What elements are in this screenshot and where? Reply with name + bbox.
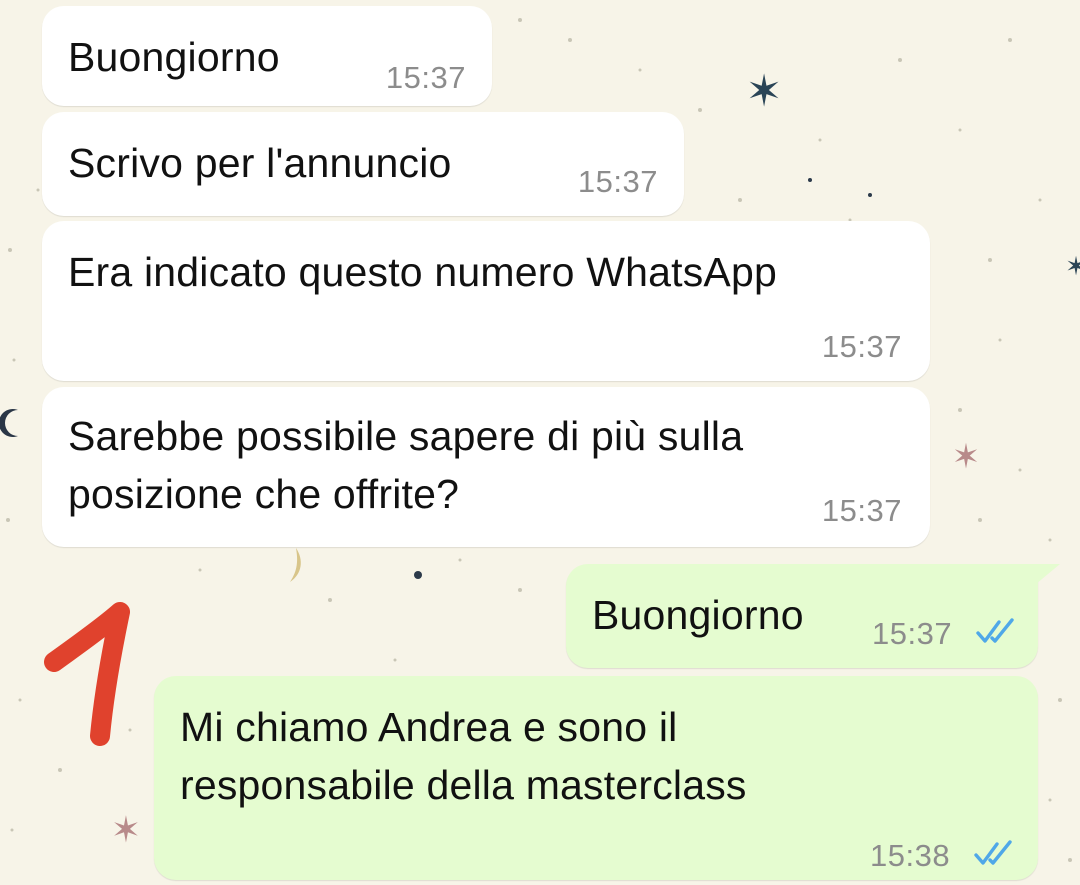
- message-timestamp: 15:37: [872, 616, 953, 651]
- message-timestamp: 15:37: [821, 329, 902, 364]
- message-timestamp: 15:37: [577, 164, 658, 199]
- message-text: Mi chiamo Andrea e sono il responsabile …: [180, 704, 747, 808]
- outgoing-message[interactable]: Mi chiamo Andrea e sono il responsabile …: [154, 676, 1038, 880]
- message-text: Era indicato questo numero WhatsApp: [68, 249, 777, 295]
- incoming-message[interactable]: Sarebbe possibile sapere di più sulla po…: [42, 387, 930, 547]
- svg-text:✶: ✶: [1065, 252, 1080, 282]
- svg-text:✶: ✶: [952, 437, 981, 477]
- message-text: Sarebbe possibile sapere di più sulla po…: [68, 413, 744, 517]
- handwritten-number-annotation: [44, 602, 130, 746]
- svg-text:✶: ✶: [746, 66, 783, 117]
- outgoing-message[interactable]: Buongiorno 15:37: [566, 564, 1060, 668]
- message-timestamp: 15:37: [385, 60, 466, 95]
- svg-text:✶: ✶: [111, 810, 141, 851]
- message-timestamp: 15:37: [821, 493, 902, 528]
- message-timestamp: 15:38: [870, 838, 951, 873]
- double-check-icon: [976, 618, 1014, 643]
- incoming-message[interactable]: Scrivo per l'annuncio 15:37: [42, 112, 684, 216]
- double-check-icon: [974, 840, 1012, 865]
- message-text: Buongiorno: [592, 592, 804, 638]
- incoming-message[interactable]: Buongiorno 15:37: [42, 6, 492, 106]
- message-text: Buongiorno: [68, 34, 280, 80]
- message-text: Scrivo per l'annuncio: [68, 140, 452, 186]
- bubble-tail: [1036, 564, 1060, 584]
- incoming-message[interactable]: Era indicato questo numero WhatsApp 15:3…: [42, 221, 930, 381]
